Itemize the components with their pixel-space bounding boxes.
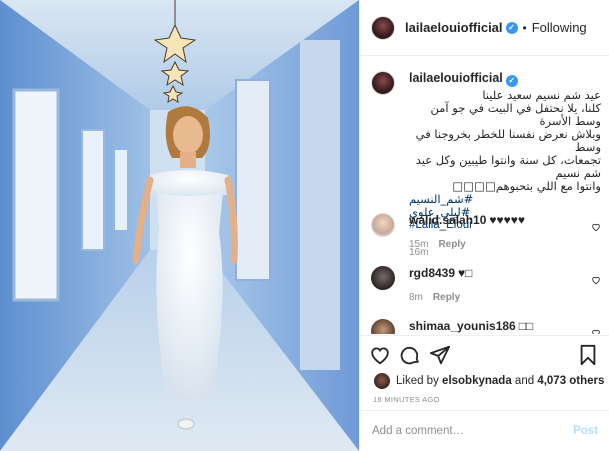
likes-connector: and — [514, 375, 535, 387]
photo-illustration — [0, 0, 359, 451]
comment-icon[interactable] — [399, 344, 421, 366]
post-header: lailaelouiofficial ✓ • Following — [360, 0, 609, 56]
author-username[interactable]: lailaelouiofficial — [405, 20, 503, 35]
comments-list[interactable]: lailaelouiofficial ✓ عيد شم نسيم سعيد علي… — [360, 57, 609, 334]
likes-summary[interactable]: Liked by elsobkynada and 4,073 others — [374, 373, 604, 389]
heart-icon[interactable] — [369, 344, 391, 366]
comment-like-heart-icon[interactable] — [591, 222, 601, 232]
post-photo[interactable] — [0, 0, 359, 451]
caption-author-username[interactable]: lailaelouiofficial — [409, 71, 503, 85]
comment-text: □□ — [518, 319, 534, 333]
comment-text: ♥♥♥♥♥ — [489, 213, 525, 227]
post-side-panel: lailaelouiofficial ✓ • Following lailael… — [359, 0, 609, 451]
comment-time[interactable]: 15m — [409, 239, 428, 250]
commenter-username[interactable]: shimaa_younis186 — [409, 319, 516, 333]
commenter-username[interactable]: rgd8439 — [409, 266, 455, 280]
separator-dot: • — [522, 20, 527, 35]
author-avatar[interactable] — [371, 15, 395, 40]
commenter-avatar[interactable] — [371, 213, 395, 237]
likes-prefix: Liked by — [396, 375, 439, 387]
caption-line: وبلاش نعرض نفسنا للخطر بخروجنا في وسط — [415, 127, 601, 154]
comment-like-heart-icon[interactable] — [591, 275, 601, 285]
post-comment-button[interactable]: Post — [573, 425, 598, 437]
comment-time[interactable]: 8m — [409, 292, 423, 303]
reply-button[interactable]: Reply — [433, 292, 460, 303]
reply-button[interactable]: Reply — [438, 239, 465, 250]
caption-text: عيد شم نسيم سعيد علينا كلنا، يلا نحتفل ف… — [409, 89, 601, 193]
bookmark-icon[interactable] — [578, 344, 598, 366]
comment-item: rgd8439 ♥□ 8m Reply — [371, 266, 601, 303]
post-timestamp[interactable]: 16 MINUTES AGO — [373, 395, 440, 404]
verified-badge-icon: ✓ — [505, 75, 518, 87]
add-comment-bar: Post — [360, 410, 609, 451]
comment-input[interactable] — [372, 425, 574, 437]
commenter-username[interactable]: walid.salah10 — [409, 213, 486, 227]
comment-item: shimaa_younis186 □□ — [371, 319, 601, 334]
verified-badge-icon: ✓ — [505, 21, 518, 34]
liker-username[interactable]: elsobkynada — [442, 375, 512, 387]
caption-line: كلنا، يلا نحتفل في البيت في جو آمن وسط ا… — [430, 101, 602, 128]
commenter-avatar[interactable] — [371, 266, 395, 290]
comment-item: walid.salah10 ♥♥♥♥♥ 15m Reply — [371, 213, 601, 250]
comment-text: ♥□ — [458, 266, 473, 280]
caption-line: تجمعات، كل سنة وانتوا طيبين وكل عيد شم ن… — [415, 153, 601, 180]
post-actions: Liked by elsobkynada and 4,073 others 16… — [360, 335, 609, 415]
commenter-avatar[interactable] — [371, 319, 395, 334]
caption-author-avatar[interactable] — [371, 71, 395, 95]
liker-avatar[interactable] — [374, 373, 390, 389]
following-button[interactable]: Following — [532, 20, 587, 35]
comment-like-heart-icon[interactable] — [591, 328, 601, 334]
likes-count[interactable]: 4,073 others — [537, 375, 604, 387]
share-icon[interactable] — [429, 344, 451, 366]
